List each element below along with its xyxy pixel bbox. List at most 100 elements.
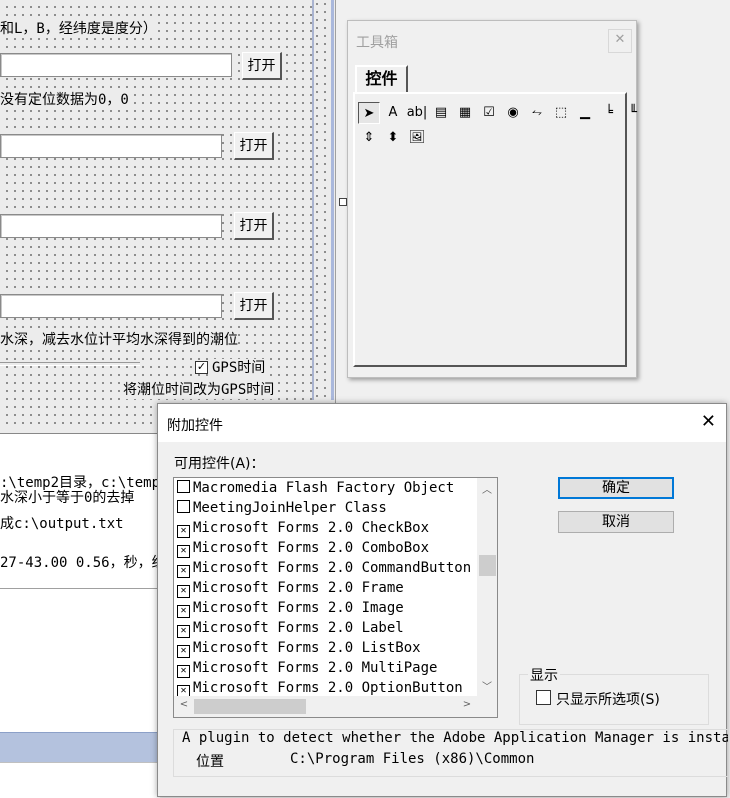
- list-item[interactable]: MeetingJoinHelper Class: [177, 498, 387, 518]
- no-position-hint-label: 没有定位数据为0，0: [0, 91, 129, 109]
- file-input-3[interactable]: [0, 214, 222, 238]
- open-button-4[interactable]: 打开: [234, 292, 274, 320]
- location-path: C:\Program Files (x86)\Common: [290, 751, 535, 767]
- pointer-icon[interactable]: ➤: [358, 102, 380, 124]
- ok-button[interactable]: 确定: [558, 477, 674, 499]
- scrollbar-tool-icon[interactable]: ⇕: [358, 127, 380, 149]
- coord-hint-label: 和L，B，经纬度是度分）: [0, 20, 157, 38]
- scroll-right-icon[interactable]: >: [457, 699, 477, 710]
- form-border-right: [331, 0, 334, 400]
- gps-note-label: 将潮位时间改为GPS时间: [123, 381, 275, 399]
- toolbox-title: 工具箱: [356, 35, 398, 51]
- toolbox-close-button[interactable]: ✕: [608, 29, 632, 53]
- available-controls-label: 可用控件(A)：: [174, 456, 265, 472]
- scroll-down-icon[interactable]: ﹀: [477, 678, 497, 693]
- list-horizontal-scrollbar[interactable]: < >: [174, 696, 477, 717]
- optionbutton-tool-icon[interactable]: ◉: [502, 102, 524, 124]
- toolbox-window: 工具箱 ✕ 控件 ➤ Aab| ▤ ▦ ☑ ◉ ⥊ ⬚ ▁ ╘ ╙ ⇕ ⬍ 🖼: [347, 20, 637, 378]
- item-checkbox[interactable]: ✕: [177, 605, 190, 618]
- label-tool-icon[interactable]: A: [382, 102, 404, 124]
- item-checkbox[interactable]: [177, 480, 190, 493]
- gps-time-checkbox[interactable]: ✓: [195, 361, 208, 374]
- item-label: MeetingJoinHelper Class: [193, 500, 387, 516]
- list-item[interactable]: ✕ Microsoft Forms 2.0 ListBox: [177, 638, 421, 658]
- item-checkbox[interactable]: ✕: [177, 525, 190, 538]
- checkbox-tool-icon[interactable]: ☑: [478, 102, 500, 124]
- open-button-1[interactable]: 打开: [242, 52, 282, 80]
- divider-line: [0, 362, 140, 366]
- item-label: Microsoft Forms 2.0 ComboBox: [193, 540, 430, 556]
- item-checkbox[interactable]: ✕: [177, 585, 190, 598]
- item-label: Microsoft Forms 2.0 CheckBox: [193, 520, 430, 536]
- description-box: A plugin to detect whether the Adobe App…: [173, 729, 728, 777]
- toolbox-panel: ➤ Aab| ▤ ▦ ☑ ◉ ⥊ ⬚ ▁ ╘ ╙ ⇕ ⬍ 🖼: [353, 92, 637, 367]
- list-item[interactable]: ✕ Microsoft Forms 2.0 Label: [177, 618, 404, 638]
- additional-controls-dialog: 附加控件 ✕ 可用控件(A)： Macromedia Flash Factory…: [157, 403, 728, 797]
- image-tool-icon[interactable]: 🖼: [406, 127, 428, 149]
- item-label: Microsoft Forms 2.0 Image: [193, 600, 404, 616]
- show-selected-label: 只显示所选项(S): [556, 692, 660, 708]
- tab-controls[interactable]: 控件: [355, 65, 408, 93]
- scroll-thumb[interactable]: [479, 555, 496, 576]
- status-area: [0, 762, 160, 798]
- item-label: Microsoft Forms 2.0 MultiPage: [193, 660, 438, 676]
- multipage-tool-icon[interactable]: ╙: [622, 102, 644, 124]
- scroll-corner: [476, 696, 497, 717]
- item-label: Microsoft Forms 2.0 Label: [193, 620, 404, 636]
- location-label: 位置: [196, 754, 224, 770]
- file-input-1[interactable]: [0, 53, 232, 77]
- list-item[interactable]: ✕ Microsoft Forms 2.0 ComboBox: [177, 538, 429, 558]
- resize-handle[interactable]: [339, 198, 347, 206]
- list-item[interactable]: ✕ Microsoft Forms 2.0 OptionButton: [177, 678, 463, 698]
- dialog-titlebar: 附加控件 ✕: [158, 404, 726, 442]
- item-checkbox[interactable]: ✕: [177, 625, 190, 638]
- file-input-4[interactable]: [0, 294, 222, 318]
- open-button-2[interactable]: 打开: [234, 132, 274, 160]
- combobox-tool-icon[interactable]: ▤: [430, 102, 452, 124]
- frame-tool-icon[interactable]: ⬚: [550, 102, 572, 124]
- item-checkbox[interactable]: [177, 500, 190, 513]
- description-text: A plugin to detect whether the Adobe App…: [182, 730, 728, 746]
- form-border-left: [312, 0, 314, 400]
- list-item[interactable]: ✕ Microsoft Forms 2.0 MultiPage: [177, 658, 437, 678]
- scroll-up-icon[interactable]: ︿: [477, 481, 497, 496]
- output-line: 成c:\output.txt: [0, 516, 124, 532]
- output-line: 27-43.00 0.56，秒，经: [0, 555, 166, 571]
- list-vertical-scrollbar[interactable]: ︿ ﹀: [477, 478, 497, 696]
- dialog-title: 附加控件: [167, 418, 223, 434]
- gps-time-label: GPS时间: [212, 359, 266, 377]
- list-item[interactable]: ✕ Microsoft Forms 2.0 Image: [177, 598, 404, 618]
- dialog-close-button[interactable]: ✕: [701, 412, 716, 432]
- close-icon: ✕: [700, 411, 716, 432]
- commandbutton-tool-icon[interactable]: ▁: [574, 102, 596, 124]
- list-item[interactable]: ✕ Microsoft Forms 2.0 Frame: [177, 578, 404, 598]
- output-line: 水深小于等于0的去掉: [0, 490, 135, 506]
- item-label: Microsoft Forms 2.0 Frame: [193, 580, 404, 596]
- scroll-left-icon[interactable]: <: [174, 699, 194, 710]
- item-checkbox[interactable]: ✕: [177, 665, 190, 678]
- list-item[interactable]: Macromedia Flash Factory Object: [177, 478, 454, 498]
- item-checkbox[interactable]: ✕: [177, 645, 190, 658]
- item-label: Microsoft Forms 2.0 OptionButton: [193, 680, 463, 696]
- listbox-tool-icon[interactable]: ▦: [454, 102, 476, 124]
- horizontal-scroll-thumb[interactable]: [194, 699, 306, 714]
- available-controls-list[interactable]: Macromedia Flash Factory Object MeetingJo…: [173, 477, 498, 718]
- tabstrip-tool-icon[interactable]: ╘: [598, 102, 620, 124]
- show-selected-checkbox[interactable]: [536, 690, 551, 705]
- close-icon: ✕: [614, 32, 626, 47]
- list-item[interactable]: ✕ Microsoft Forms 2.0 CheckBox: [177, 518, 429, 538]
- textbox-tool-icon[interactable]: ab|: [406, 102, 428, 124]
- item-checkbox[interactable]: ✕: [177, 565, 190, 578]
- item-label: Microsoft Forms 2.0 ListBox: [193, 640, 421, 656]
- item-label: Macromedia Flash Factory Object: [193, 480, 455, 496]
- togglebutton-tool-icon[interactable]: ⥊: [526, 102, 548, 124]
- open-button-3[interactable]: 打开: [234, 212, 274, 240]
- taskbar-band: [0, 732, 160, 763]
- cancel-button[interactable]: 取消: [558, 511, 674, 533]
- list-item[interactable]: ✕ Microsoft Forms 2.0 CommandButton: [177, 558, 471, 578]
- spinbutton-tool-icon[interactable]: ⬍: [382, 127, 404, 149]
- file-input-2[interactable]: [0, 134, 222, 158]
- item-checkbox[interactable]: ✕: [177, 545, 190, 558]
- item-label: Microsoft Forms 2.0 CommandButton: [193, 560, 472, 576]
- show-group-title: 显示: [528, 665, 560, 685]
